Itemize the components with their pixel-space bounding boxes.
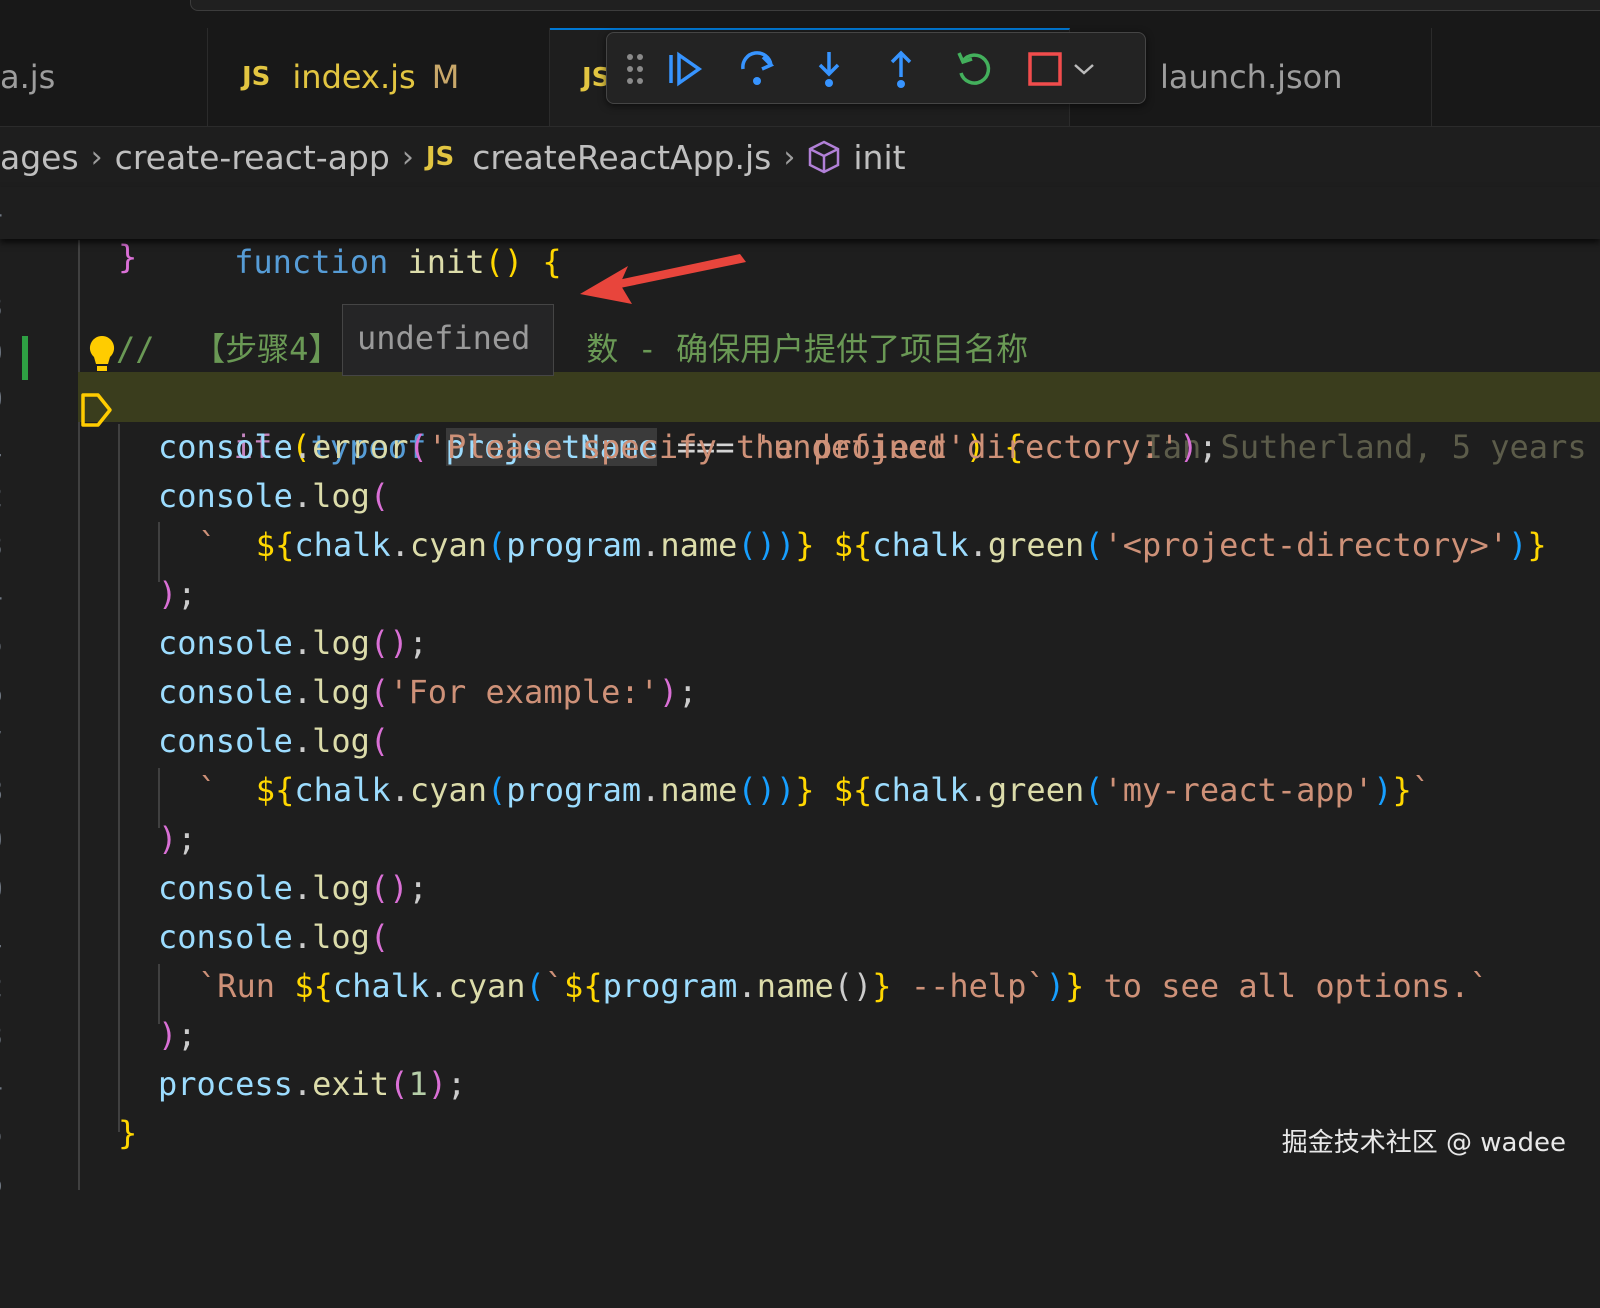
code-line: 0 );: [0, 814, 1600, 905]
function-name: init: [407, 243, 485, 281]
line-number: 6: [0, 1158, 8, 1208]
code-line: 4 ` ${chalk.cyan(program.name())} ${chal…: [0, 520, 1600, 611]
code-line-current: 1 if (typeof projectName === 'undefined'…: [0, 372, 1600, 466]
code-line: 7 console.log('For example:');: [0, 667, 1600, 758]
code-line: 2 console.log(: [0, 912, 1600, 1003]
sticky-scroll-header[interactable]: 4 function init() {: [0, 187, 1600, 281]
code-line: 3 `Run ${chalk.cyan(`${program.name()} -…: [0, 961, 1600, 1052]
code-line: 9 ` ${chalk.cyan(program.name())} ${chal…: [0, 765, 1600, 856]
code-line: 6 console.log();: [0, 618, 1600, 709]
code-line: 1 console.log();: [0, 863, 1600, 954]
code-line: 5 process.exit(1);: [0, 1059, 1600, 1150]
brace: {: [542, 243, 562, 281]
comment: 数 - 确保用户提供了项目名称: [586, 330, 1029, 368]
code-editor[interactable]: 3 } 9 0 // 【步骤4】弓数 - 确保用户提供了项目名称 1 if (t…: [0, 0, 1600, 1199]
watermark: 掘金技术社区 @ wadee: [1281, 1128, 1566, 1158]
hover-value-tooltip: undefined: [342, 304, 554, 376]
code-line: 2 console.error('Please specify the proj…: [0, 422, 1600, 513]
breakpoint-current-icon[interactable]: [80, 391, 114, 433]
lightbulb-icon[interactable]: [88, 334, 116, 378]
line-number: 4: [0, 187, 8, 237]
code-line: 3 console.log(: [0, 471, 1600, 562]
code-line: 5 );: [0, 569, 1600, 660]
code-line: 8 console.log(: [0, 716, 1600, 807]
parens: (): [484, 243, 524, 281]
annotation-arrow-icon: [580, 250, 750, 314]
keyword: function: [234, 243, 389, 281]
code-line: 4 );: [0, 1010, 1600, 1101]
